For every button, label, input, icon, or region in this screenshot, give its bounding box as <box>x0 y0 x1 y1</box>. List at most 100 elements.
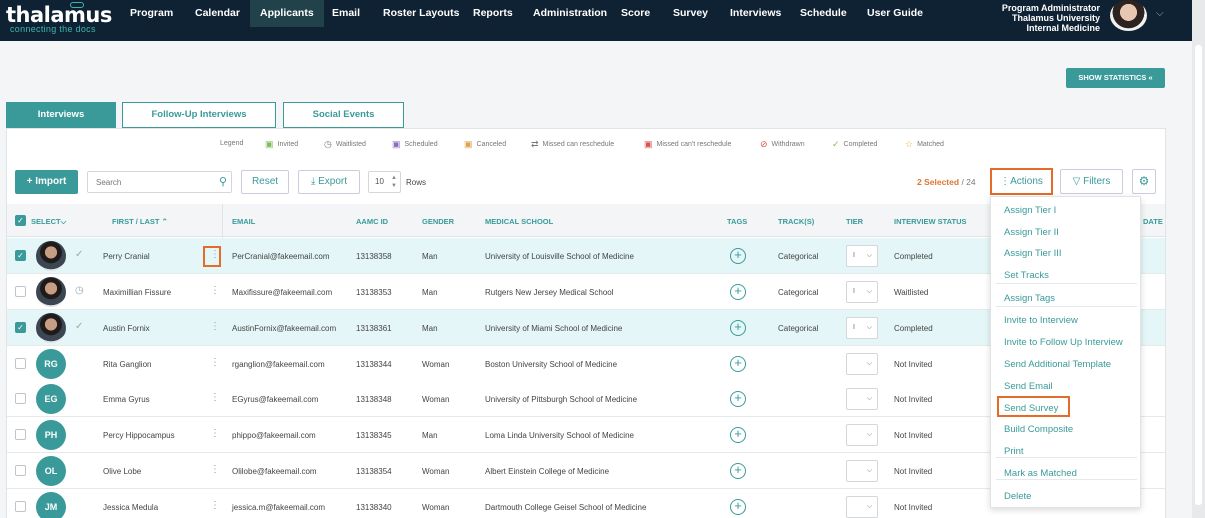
tier-select[interactable]: ⌵ <box>846 496 878 518</box>
nav-calendar[interactable]: Calendar <box>185 0 250 27</box>
menu-item-send-additional-template[interactable]: Send Additional Template <box>1004 359 1111 370</box>
avatar[interactable] <box>36 241 66 271</box>
tab-interviews[interactable]: Interviews <box>6 102 116 128</box>
applicant-name[interactable]: Percy Hippocampus <box>103 431 175 440</box>
add-tag-icon[interactable]: + <box>730 248 746 264</box>
row-menu-icon[interactable]: ⋮ <box>210 358 220 368</box>
avatar[interactable] <box>36 277 66 307</box>
applicant-name[interactable]: Jessica Medula <box>103 503 158 512</box>
nav-applicants[interactable]: Applicants <box>250 0 324 27</box>
add-tag-icon[interactable]: + <box>730 427 746 443</box>
tier-select[interactable]: I ⌵ <box>846 317 878 339</box>
avatar[interactable]: PH <box>36 420 66 450</box>
tier-select[interactable]: ⌵ <box>846 388 878 410</box>
nav-score[interactable]: Score <box>611 0 660 27</box>
row-menu-icon[interactable]: ⋮ <box>210 429 220 439</box>
add-tag-icon[interactable]: + <box>730 284 746 300</box>
applicant-name[interactable]: Emma Gyrus <box>103 395 150 404</box>
col-tier[interactable]: TIER <box>846 217 863 226</box>
select-all-checkbox[interactable]: ✓ <box>15 215 26 226</box>
avatar[interactable]: OL <box>36 456 66 486</box>
scrollbar-thumb[interactable] <box>1195 45 1202 505</box>
menu-item-delete[interactable]: Delete <box>1004 491 1031 502</box>
applicant-name[interactable]: Olive Lobe <box>103 467 141 476</box>
user-info[interactable]: Program Administrator Thalamus Universit… <box>1002 3 1100 33</box>
col-medical-school[interactable]: MEDICAL SCHOOL <box>485 217 553 226</box>
row-checkbox[interactable] <box>15 358 26 369</box>
menu-item-mark-as-matched[interactable]: Mark as Matched <box>1004 468 1077 479</box>
applicant-name[interactable]: Maximillian Fissure <box>103 288 171 297</box>
chevron-down-icon[interactable]: ⌵ <box>1156 8 1164 19</box>
tier-select[interactable]: I ⌵ <box>846 281 878 303</box>
nav-administration[interactable]: Administration <box>523 0 617 27</box>
page-scrollbar[interactable] <box>1192 0 1205 518</box>
menu-item-invite-to-follow-up-interview[interactable]: Invite to Follow Up Interview <box>1004 337 1123 348</box>
tier-select[interactable]: ⌵ <box>846 353 878 375</box>
avatar[interactable]: JM <box>36 492 66 518</box>
col-tracks[interactable]: TRACK(S) <box>778 217 814 226</box>
tier-select[interactable]: ⌵ <box>846 424 878 446</box>
row-checkbox[interactable]: ✓ <box>15 322 26 333</box>
row-checkbox[interactable] <box>15 501 26 512</box>
menu-item-invite-to-interview[interactable]: Invite to Interview <box>1004 315 1078 326</box>
menu-item-set-tracks[interactable]: Set Tracks <box>1004 270 1049 281</box>
add-tag-icon[interactable]: + <box>730 391 746 407</box>
avatar[interactable]: RG <box>36 349 66 379</box>
avatar[interactable]: EG <box>36 384 66 414</box>
tab-follow-up-interviews[interactable]: Follow-Up Interviews <box>122 102 276 128</box>
menu-item-assign-tier-i[interactable]: Assign Tier I <box>1004 205 1056 216</box>
tab-social-events[interactable]: Social Events <box>283 102 404 128</box>
row-menu-icon[interactable]: ⋮ <box>210 501 220 511</box>
menu-item-assign-tier-iii[interactable]: Assign Tier III <box>1004 248 1062 259</box>
nav-schedule[interactable]: Schedule <box>790 0 857 27</box>
search-field[interactable]: ⚲ <box>87 171 232 193</box>
import-button[interactable]: + Import <box>15 170 78 194</box>
row-menu-icon[interactable]: ⋮ <box>210 286 220 296</box>
menu-item-send-email[interactable]: Send Email <box>1004 381 1053 392</box>
menu-item-assign-tier-ii[interactable]: Assign Tier II <box>1004 227 1059 238</box>
actions-button[interactable]: ⋮Actions <box>990 168 1053 195</box>
menu-item-assign-tags[interactable]: Assign Tags <box>1004 293 1055 304</box>
avatar[interactable] <box>36 313 66 343</box>
reset-button[interactable]: Reset <box>241 170 289 194</box>
nav-roster-layouts[interactable]: Roster Layouts <box>373 0 469 27</box>
row-menu-icon[interactable]: ⋮ <box>210 465 220 475</box>
stepper-arrows-icon[interactable]: ▲ ▼ <box>391 174 397 190</box>
nav-email[interactable]: Email <box>322 0 370 27</box>
menu-item-print[interactable]: Print <box>1004 446 1024 457</box>
nav-reports[interactable]: Reports <box>463 0 523 27</box>
add-tag-icon[interactable]: + <box>730 320 746 336</box>
row-checkbox[interactable] <box>15 429 26 440</box>
col-select[interactable]: SELECT⌵ <box>31 217 66 227</box>
search-icon[interactable]: ⚲ <box>219 175 227 188</box>
col-aamc-id[interactable]: AAMC ID <box>356 217 388 226</box>
add-tag-icon[interactable]: + <box>730 463 746 479</box>
row-checkbox[interactable] <box>15 393 26 404</box>
applicant-name[interactable]: Perry Cranial <box>103 252 150 261</box>
nav-interviews[interactable]: Interviews <box>720 0 791 27</box>
nav-program[interactable]: Program <box>120 0 183 27</box>
col-date[interactable]: DATE <box>1143 217 1163 226</box>
show-statistics-button[interactable]: SHOW STATISTICS « <box>1066 68 1165 88</box>
col-gender[interactable]: GENDER <box>422 217 454 226</box>
nav-survey[interactable]: Survey <box>663 0 718 27</box>
applicant-name[interactable]: Rita Ganglion <box>103 360 151 369</box>
tier-select[interactable]: ⌵ <box>846 460 878 482</box>
search-input[interactable] <box>88 172 208 192</box>
col-tags[interactable]: TAGS <box>727 217 747 226</box>
row-checkbox[interactable] <box>15 286 26 297</box>
add-tag-icon[interactable]: + <box>730 356 746 372</box>
row-checkbox[interactable] <box>15 465 26 476</box>
col-email[interactable]: EMAIL <box>232 217 255 226</box>
tier-select[interactable]: I ⌵ <box>846 245 878 267</box>
row-menu-icon[interactable]: ⋮ <box>210 393 220 403</box>
col-interview-status[interactable]: INTERVIEW STATUS <box>894 217 967 226</box>
settings-button[interactable]: ⚙ <box>1132 169 1156 194</box>
export-button[interactable]: ⤓ Export <box>298 170 360 194</box>
rows-per-page-stepper[interactable]: 10 ▲ ▼ <box>368 171 401 193</box>
menu-item-build-composite[interactable]: Build Composite <box>1004 424 1073 435</box>
row-checkbox[interactable]: ✓ <box>15 250 26 261</box>
user-avatar[interactable] <box>1110 0 1147 31</box>
add-tag-icon[interactable]: + <box>730 499 746 515</box>
applicant-name[interactable]: Austin Fornix <box>103 324 150 333</box>
